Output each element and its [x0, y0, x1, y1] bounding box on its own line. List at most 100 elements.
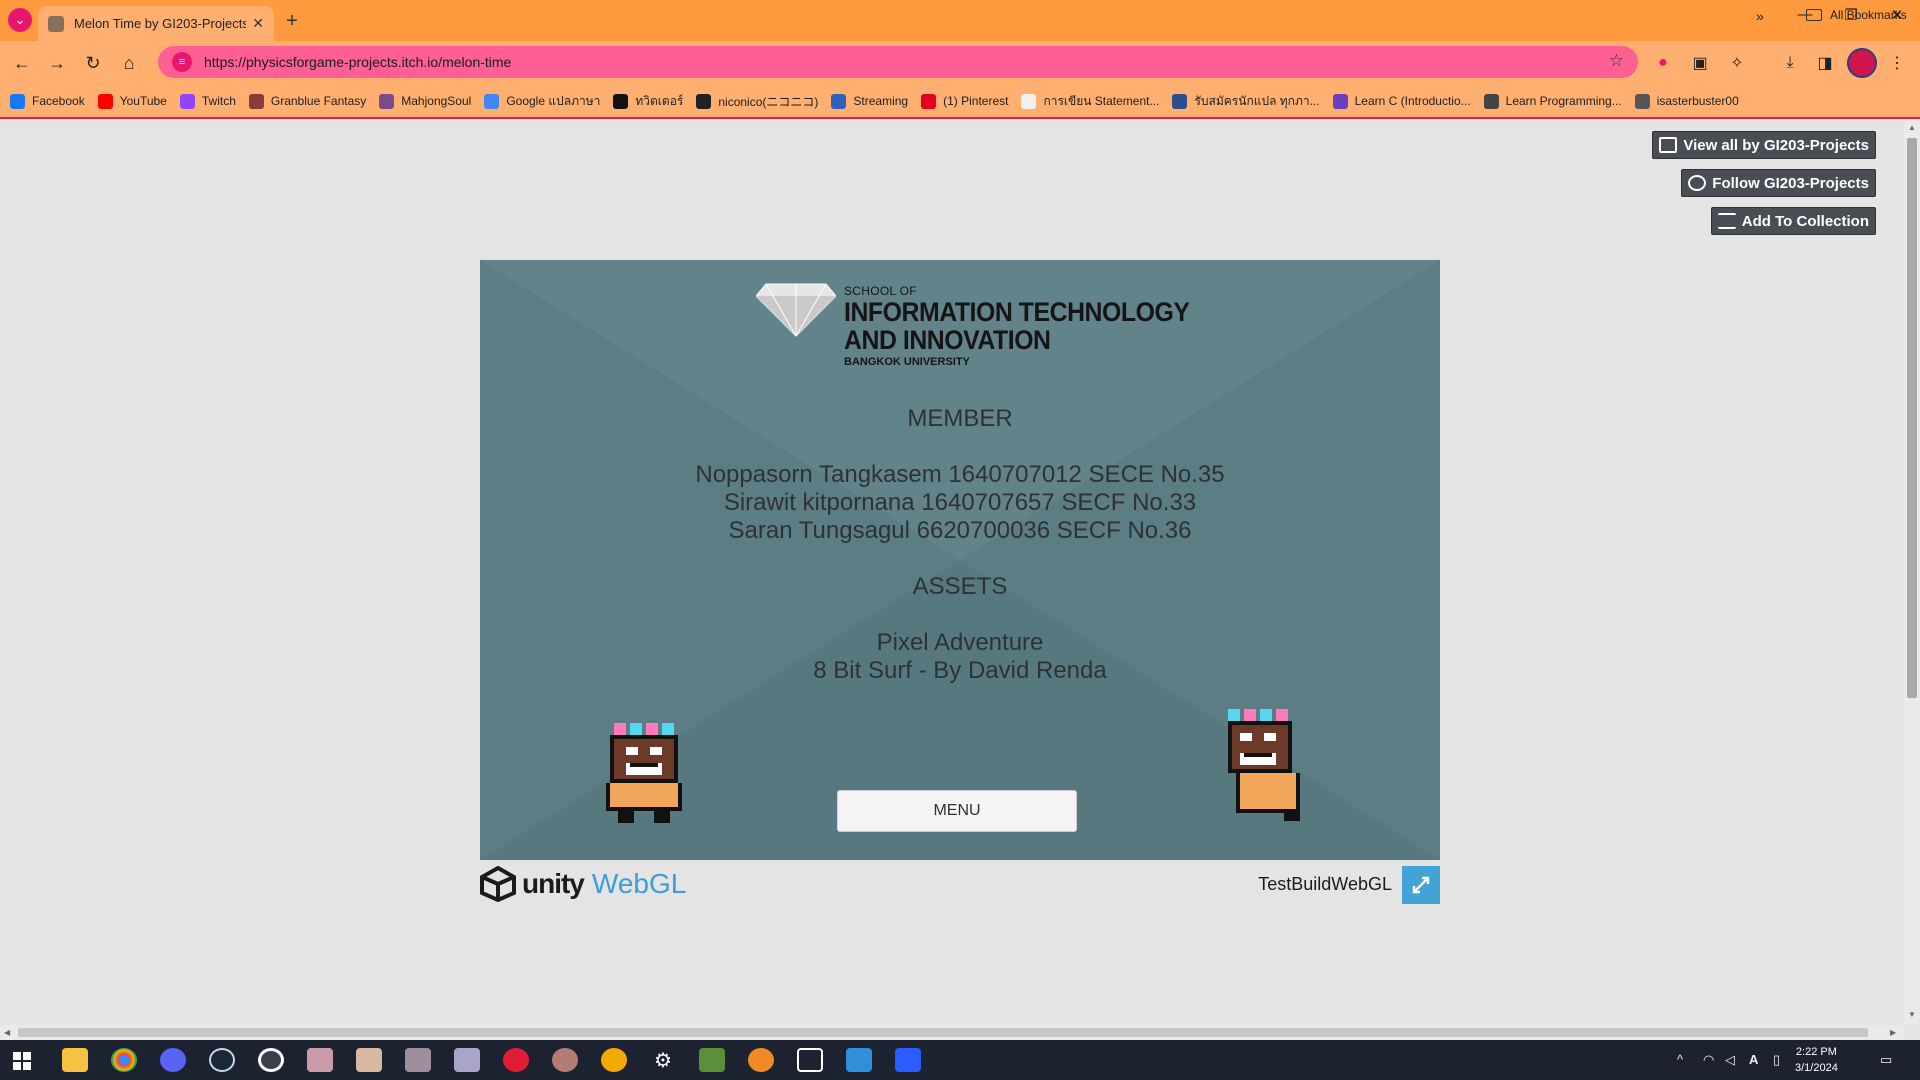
windows-start-icon[interactable]: [13, 1052, 31, 1070]
bookmark-label: isasterbuster00: [1656, 94, 1739, 108]
bookmark-favicon-icon: [831, 93, 847, 109]
site-info-icon[interactable]: ≡: [172, 52, 192, 72]
red-app-icon[interactable]: [503, 1048, 529, 1072]
picture-in-picture-icon[interactable]: ▣: [1689, 52, 1711, 74]
bookmark-favicon-icon: [613, 93, 629, 109]
follow-label: Follow GI203-Projects: [1712, 174, 1869, 192]
bookmark-item[interactable]: MahjongSoul: [379, 93, 472, 109]
scroll-down-icon[interactable]: ▼: [1908, 1010, 1916, 1019]
horizontal-scroll-thumb[interactable]: [18, 1028, 1868, 1037]
back-button[interactable]: ←: [10, 51, 34, 75]
vertical-scroll-thumb[interactable]: [1907, 138, 1917, 698]
volume-icon[interactable]: ◁: [1725, 1052, 1735, 1068]
ubisoft-icon[interactable]: [258, 1048, 284, 1072]
asset-2: 8 Bit Surf - By David Renda: [813, 657, 1107, 684]
member-2: Sirawit kitpornana 1640707657 SECF No.33: [723, 489, 1197, 516]
steam-icon[interactable]: [209, 1048, 235, 1072]
bookmark-label: MahjongSoul: [401, 94, 472, 108]
bookmark-label: YouTube: [119, 94, 167, 108]
bookmark-label: Granblue Fantasy: [270, 94, 367, 108]
reload-button[interactable]: ↻: [81, 51, 105, 75]
game-app-2-icon[interactable]: [356, 1048, 382, 1072]
folder-icon: [1806, 9, 1822, 21]
home-button[interactable]: ⌂: [117, 51, 141, 75]
browser-toolbar: ← → ↻ ⌂ ≡ https://physicsforgame-project…: [0, 41, 1920, 85]
game-canvas[interactable]: SCHOOL OF INFORMATION TECHNOLOGY AND INN…: [480, 260, 1440, 860]
bookmark-favicon-icon: [379, 93, 395, 109]
taskbar-clock[interactable]: 2:22 PM 3/1/2024: [1795, 1044, 1838, 1076]
language-icon[interactable]: A: [1749, 1052, 1758, 1067]
bookmark-item[interactable]: Granblue Fantasy: [248, 93, 367, 109]
bookmark-star-icon[interactable]: ☆: [1609, 51, 1624, 71]
more-bookmarks-chevron-icon[interactable]: »: [1756, 8, 1764, 24]
bookmark-item[interactable]: ทวิตเตอร์: [613, 92, 683, 111]
bookmark-favicon-icon: [248, 93, 264, 109]
tab-close-icon[interactable]: ✕: [252, 15, 264, 32]
browser-tab[interactable]: Melon Time by GI203-Projects ✕: [38, 6, 274, 41]
bookmark-favicon-icon: [97, 93, 113, 109]
extension-icon[interactable]: ●: [1652, 52, 1674, 74]
bookmark-favicon-icon: [10, 93, 25, 109]
chrome-icon[interactable]: [111, 1048, 137, 1072]
fullscreen-icon: [1412, 876, 1430, 894]
all-bookmarks-label: All Bookmarks: [1830, 8, 1907, 22]
address-bar[interactable]: ≡ https://physicsforgame-projects.itch.i…: [158, 46, 1638, 78]
unity-cube-icon: [480, 866, 516, 902]
fullscreen-button[interactable]: [1402, 866, 1440, 904]
tiki-character-left: [606, 723, 682, 823]
profile-avatar[interactable]: [1847, 48, 1877, 78]
forward-button[interactable]: →: [45, 51, 69, 75]
blue-app-icon[interactable]: [895, 1048, 921, 1072]
bookmark-item[interactable]: isasterbuster00: [1634, 93, 1739, 109]
side-panel-icon[interactable]: ◨: [1814, 52, 1836, 74]
add-to-collection-button[interactable]: Add To Collection: [1710, 207, 1876, 235]
bookmark-label: Streaming: [853, 94, 909, 108]
menu-button[interactable]: MENU: [837, 790, 1077, 832]
tab-title: Melon Time by GI203-Projects: [74, 16, 247, 31]
browser-tab-bar: ⌄ Melon Time by GI203-Projects ✕ + — ❐ ✕: [0, 0, 1920, 41]
view-all-button[interactable]: View all by GI203-Projects: [1652, 131, 1876, 159]
downloads-icon[interactable]: ⤓: [1779, 52, 1801, 74]
settings-gear-icon[interactable]: ⚙: [650, 1048, 676, 1072]
bookmark-item[interactable]: รับสมัครนักแปล ทุกภา...: [1172, 92, 1320, 111]
scroll-right-icon[interactable]: ▶: [1890, 1028, 1896, 1037]
wifi-icon[interactable]: ◠: [1703, 1052, 1714, 1068]
bookmark-item[interactable]: Learn C (Introductio...: [1332, 93, 1471, 109]
logo-line-4: BANGKOK UNIVERSITY: [844, 356, 970, 368]
follow-button[interactable]: Follow GI203-Projects: [1681, 169, 1876, 197]
bookmark-item[interactable]: Google แปลภาษา: [484, 92, 600, 111]
fl-studio-icon[interactable]: [748, 1048, 774, 1072]
game-app-1-icon[interactable]: [307, 1048, 333, 1072]
bookmarks-bar: Facebook YouTube Twitch Granblue Fantasy Mah…: [0, 85, 1920, 119]
bookmark-item[interactable]: Streaming: [831, 93, 909, 109]
minecraft-icon[interactable]: [699, 1048, 725, 1072]
vertical-scrollbar[interactable]: ▲ ▼: [1904, 120, 1920, 1025]
extensions-puzzle-icon[interactable]: ✧: [1726, 52, 1748, 74]
discord-icon[interactable]: [160, 1048, 186, 1072]
bookmark-item[interactable]: Twitch: [179, 93, 236, 109]
avatar-app-icon[interactable]: [552, 1048, 578, 1072]
bookmark-item[interactable]: Learn Programming...: [1483, 93, 1622, 109]
tray-chevron-icon[interactable]: ^: [1677, 1052, 1683, 1067]
bookmark-item[interactable]: niconico(ニコニコ): [696, 93, 818, 110]
menu-kebab-icon[interactable]: ⋮: [1886, 52, 1908, 74]
bookmark-item[interactable]: การเขียน Statement...: [1021, 92, 1159, 111]
unity-hub-icon[interactable]: [797, 1048, 823, 1072]
bookmark-item[interactable]: (1) Pinterest: [921, 93, 1008, 109]
game-app-4-icon[interactable]: [454, 1048, 480, 1072]
tab-search-button[interactable]: ⌄: [8, 8, 32, 32]
bookmark-item[interactable]: Facebook: [10, 93, 85, 109]
bookmark-item[interactable]: YouTube: [97, 93, 167, 109]
file-explorer-icon[interactable]: [62, 1048, 88, 1072]
scroll-up-icon[interactable]: ▲: [1908, 123, 1916, 132]
m-app-icon[interactable]: [846, 1048, 872, 1072]
scroll-left-icon[interactable]: ◀: [4, 1028, 10, 1037]
notifications-icon[interactable]: ▭: [1880, 1052, 1892, 1068]
new-tab-button[interactable]: +: [280, 9, 304, 33]
clock-date: 3/1/2024: [1795, 1062, 1838, 1074]
yellow-app-icon[interactable]: [601, 1048, 627, 1072]
all-bookmarks-button[interactable]: All Bookmarks: [1806, 8, 1907, 22]
game-app-3-icon[interactable]: [405, 1048, 431, 1072]
horizontal-scrollbar[interactable]: ◀ ▶: [0, 1025, 1904, 1040]
battery-icon[interactable]: ▯: [1773, 1052, 1780, 1068]
